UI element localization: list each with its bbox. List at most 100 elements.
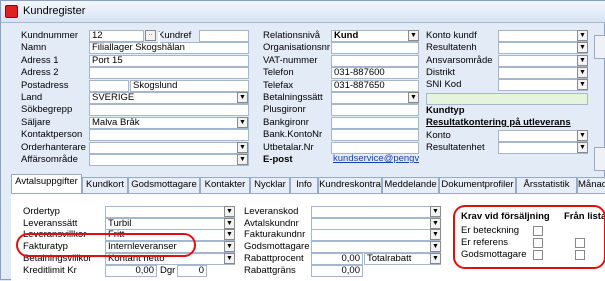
side-button-bottom[interactable] xyxy=(594,147,605,171)
col3-label-9: Resultatenhet xyxy=(426,142,485,153)
chevron-down-icon[interactable]: ▼ xyxy=(577,79,588,90)
col3-field-2[interactable] xyxy=(498,55,588,67)
field-label-5: Betalningssätt xyxy=(263,92,323,103)
lower-mid-label-2: Fakturakundnr xyxy=(244,229,306,241)
tab-7[interactable]: Meddelande xyxy=(382,177,439,193)
lower-mid-field-5[interactable]: 0,00 xyxy=(311,264,363,277)
chevron-down-icon[interactable]: ▼ xyxy=(577,42,588,53)
chevron-down-icon[interactable]: ▼ xyxy=(577,142,588,153)
kundref-field[interactable] xyxy=(199,30,249,42)
lower-mid-field-1[interactable] xyxy=(311,217,441,230)
tab-3[interactable]: Kontakter xyxy=(200,177,250,193)
col3-label-8: Konto xyxy=(426,130,451,141)
col3-field-1[interactable] xyxy=(498,42,588,54)
lower-left-field-1[interactable]: Turbil xyxy=(105,217,235,230)
field-value-7[interactable]: Malva Bråk xyxy=(89,116,249,129)
chevron-down-icon[interactable]: ▼ xyxy=(577,67,588,78)
chevron-down-icon[interactable]: ▼ xyxy=(224,217,235,229)
chevron-down-icon[interactable]: ▼ xyxy=(224,229,235,241)
highlight-fakturatyp xyxy=(16,233,196,257)
field-value-4[interactable]: 031-887650 xyxy=(331,79,419,92)
tab-bar: Avtalsuppgifter Kundkort Godsmottagare Kont… xyxy=(11,174,605,193)
chevron-down-icon[interactable]: ▼ xyxy=(430,252,441,264)
field-value-6[interactable] xyxy=(331,104,419,117)
field-value-10[interactable]: kundservice@pengvin.se xyxy=(331,154,419,166)
kreditlimit-field[interactable]: 0,00 xyxy=(105,264,157,277)
chevron-down-icon[interactable]: ▼ xyxy=(577,130,588,141)
side-button-top[interactable] xyxy=(594,35,605,59)
app-icon xyxy=(5,5,18,18)
tab-9[interactable]: Årsstatistik xyxy=(516,177,577,193)
field-value-5[interactable]: SVERIGE xyxy=(89,92,249,104)
field-value-5[interactable] xyxy=(331,92,419,104)
chevron-down-icon[interactable]: ▼ xyxy=(577,30,588,41)
col3-label-7: Resultatkontering på utleverans xyxy=(426,117,571,128)
kundregister-window: Kundregister Kundnummer 12 Namn Filiallager… xyxy=(0,0,605,281)
kundref-label: Kundref xyxy=(158,30,192,41)
lower-mid-label-4: Rabattprocent xyxy=(244,252,304,264)
lower-mid-field-2[interactable] xyxy=(311,229,441,242)
col3-field-4[interactable] xyxy=(498,79,588,91)
chevron-down-icon[interactable]: ▼ xyxy=(224,241,235,253)
field-value-9[interactable] xyxy=(331,141,419,154)
field-value-6[interactable] xyxy=(89,104,249,117)
sni-beskrivning-field[interactable] xyxy=(426,93,588,105)
lower-mid-field-4[interactable]: 0,00 xyxy=(311,252,363,265)
field-label-2: Adress 1 xyxy=(21,54,59,66)
tab-8[interactable]: Dokumentprofiler xyxy=(439,177,516,193)
field-value-7[interactable] xyxy=(331,116,419,129)
dgr-field[interactable]: 0 xyxy=(177,264,207,277)
tab-5[interactable]: Info xyxy=(290,177,318,193)
chevron-down-icon[interactable]: ▼ xyxy=(408,92,419,103)
col3-field-8[interactable] xyxy=(498,130,588,142)
postnummer-field[interactable] xyxy=(89,79,129,92)
chevron-down-icon[interactable]: ▼ xyxy=(237,92,248,103)
col3-field-9[interactable] xyxy=(498,142,588,154)
field-value-2[interactable]: Port 15 xyxy=(89,54,249,67)
field-label-6: Plusgironr xyxy=(263,104,306,116)
chevron-down-icon[interactable]: ▼ xyxy=(237,141,248,153)
field-value-1[interactable] xyxy=(331,42,419,55)
col3-label-1: Resultatenh xyxy=(426,42,477,53)
lower-left-field-0[interactable] xyxy=(105,206,235,218)
chevron-down-icon[interactable]: ▼ xyxy=(430,229,441,241)
chevron-down-icon[interactable]: ▼ xyxy=(430,206,441,217)
field-label-0: Kundnummer xyxy=(21,30,79,41)
chevron-down-icon[interactable]: ▼ xyxy=(430,217,441,229)
field-value-10[interactable] xyxy=(89,154,249,166)
field-value-2[interactable] xyxy=(331,54,419,67)
tab-0[interactable]: Avtalsuppgifter xyxy=(11,174,82,193)
lower-mid-field-0[interactable] xyxy=(311,206,441,218)
window-title: Kundregister xyxy=(23,5,86,17)
field-value-9[interactable] xyxy=(89,141,249,154)
chevron-down-icon[interactable]: ▼ xyxy=(237,116,248,128)
chevron-down-icon[interactable]: ▼ xyxy=(577,55,588,66)
field-value-3[interactable]: 031-887600 xyxy=(331,67,419,80)
field-label-7: Säljare xyxy=(21,116,51,128)
col3-field-3[interactable] xyxy=(498,67,588,79)
col3-field-0[interactable] xyxy=(498,30,588,42)
field-label-8: Kontaktperson xyxy=(21,129,83,141)
tab-10[interactable]: Månadsstat xyxy=(577,177,605,193)
kundnummer-lookup-button[interactable]: ·· xyxy=(145,30,156,41)
field-label-3: Telefon xyxy=(263,67,294,79)
field-value-8[interactable] xyxy=(89,129,249,142)
chevron-down-icon[interactable]: ▼ xyxy=(408,30,419,41)
lower-mid-field-3[interactable] xyxy=(311,241,441,254)
chevron-down-icon[interactable]: ▼ xyxy=(430,241,441,253)
tab-6[interactable]: Kundreskontra xyxy=(318,177,382,193)
chevron-down-icon[interactable]: ▼ xyxy=(224,206,235,217)
field-value-1[interactable]: Filiallager Skogshålan xyxy=(89,42,249,55)
tab-2[interactable]: Godsmottagare xyxy=(128,177,200,193)
field-label-0: Relationsnivå xyxy=(263,30,321,41)
postort-field[interactable]: Skogslund xyxy=(130,79,249,92)
kundnummer-field[interactable]: 12 xyxy=(89,30,144,42)
tab-1[interactable]: Kundkort xyxy=(82,177,128,193)
tab-4[interactable]: Nycklar xyxy=(250,177,290,193)
field-value-8[interactable] xyxy=(331,129,419,142)
field-value-3[interactable] xyxy=(89,67,249,80)
chevron-down-icon[interactable]: ▼ xyxy=(224,252,235,264)
field-value-0[interactable]: Kund xyxy=(331,30,419,42)
chevron-down-icon[interactable]: ▼ xyxy=(237,154,248,165)
field-label-5: Land xyxy=(21,92,43,103)
